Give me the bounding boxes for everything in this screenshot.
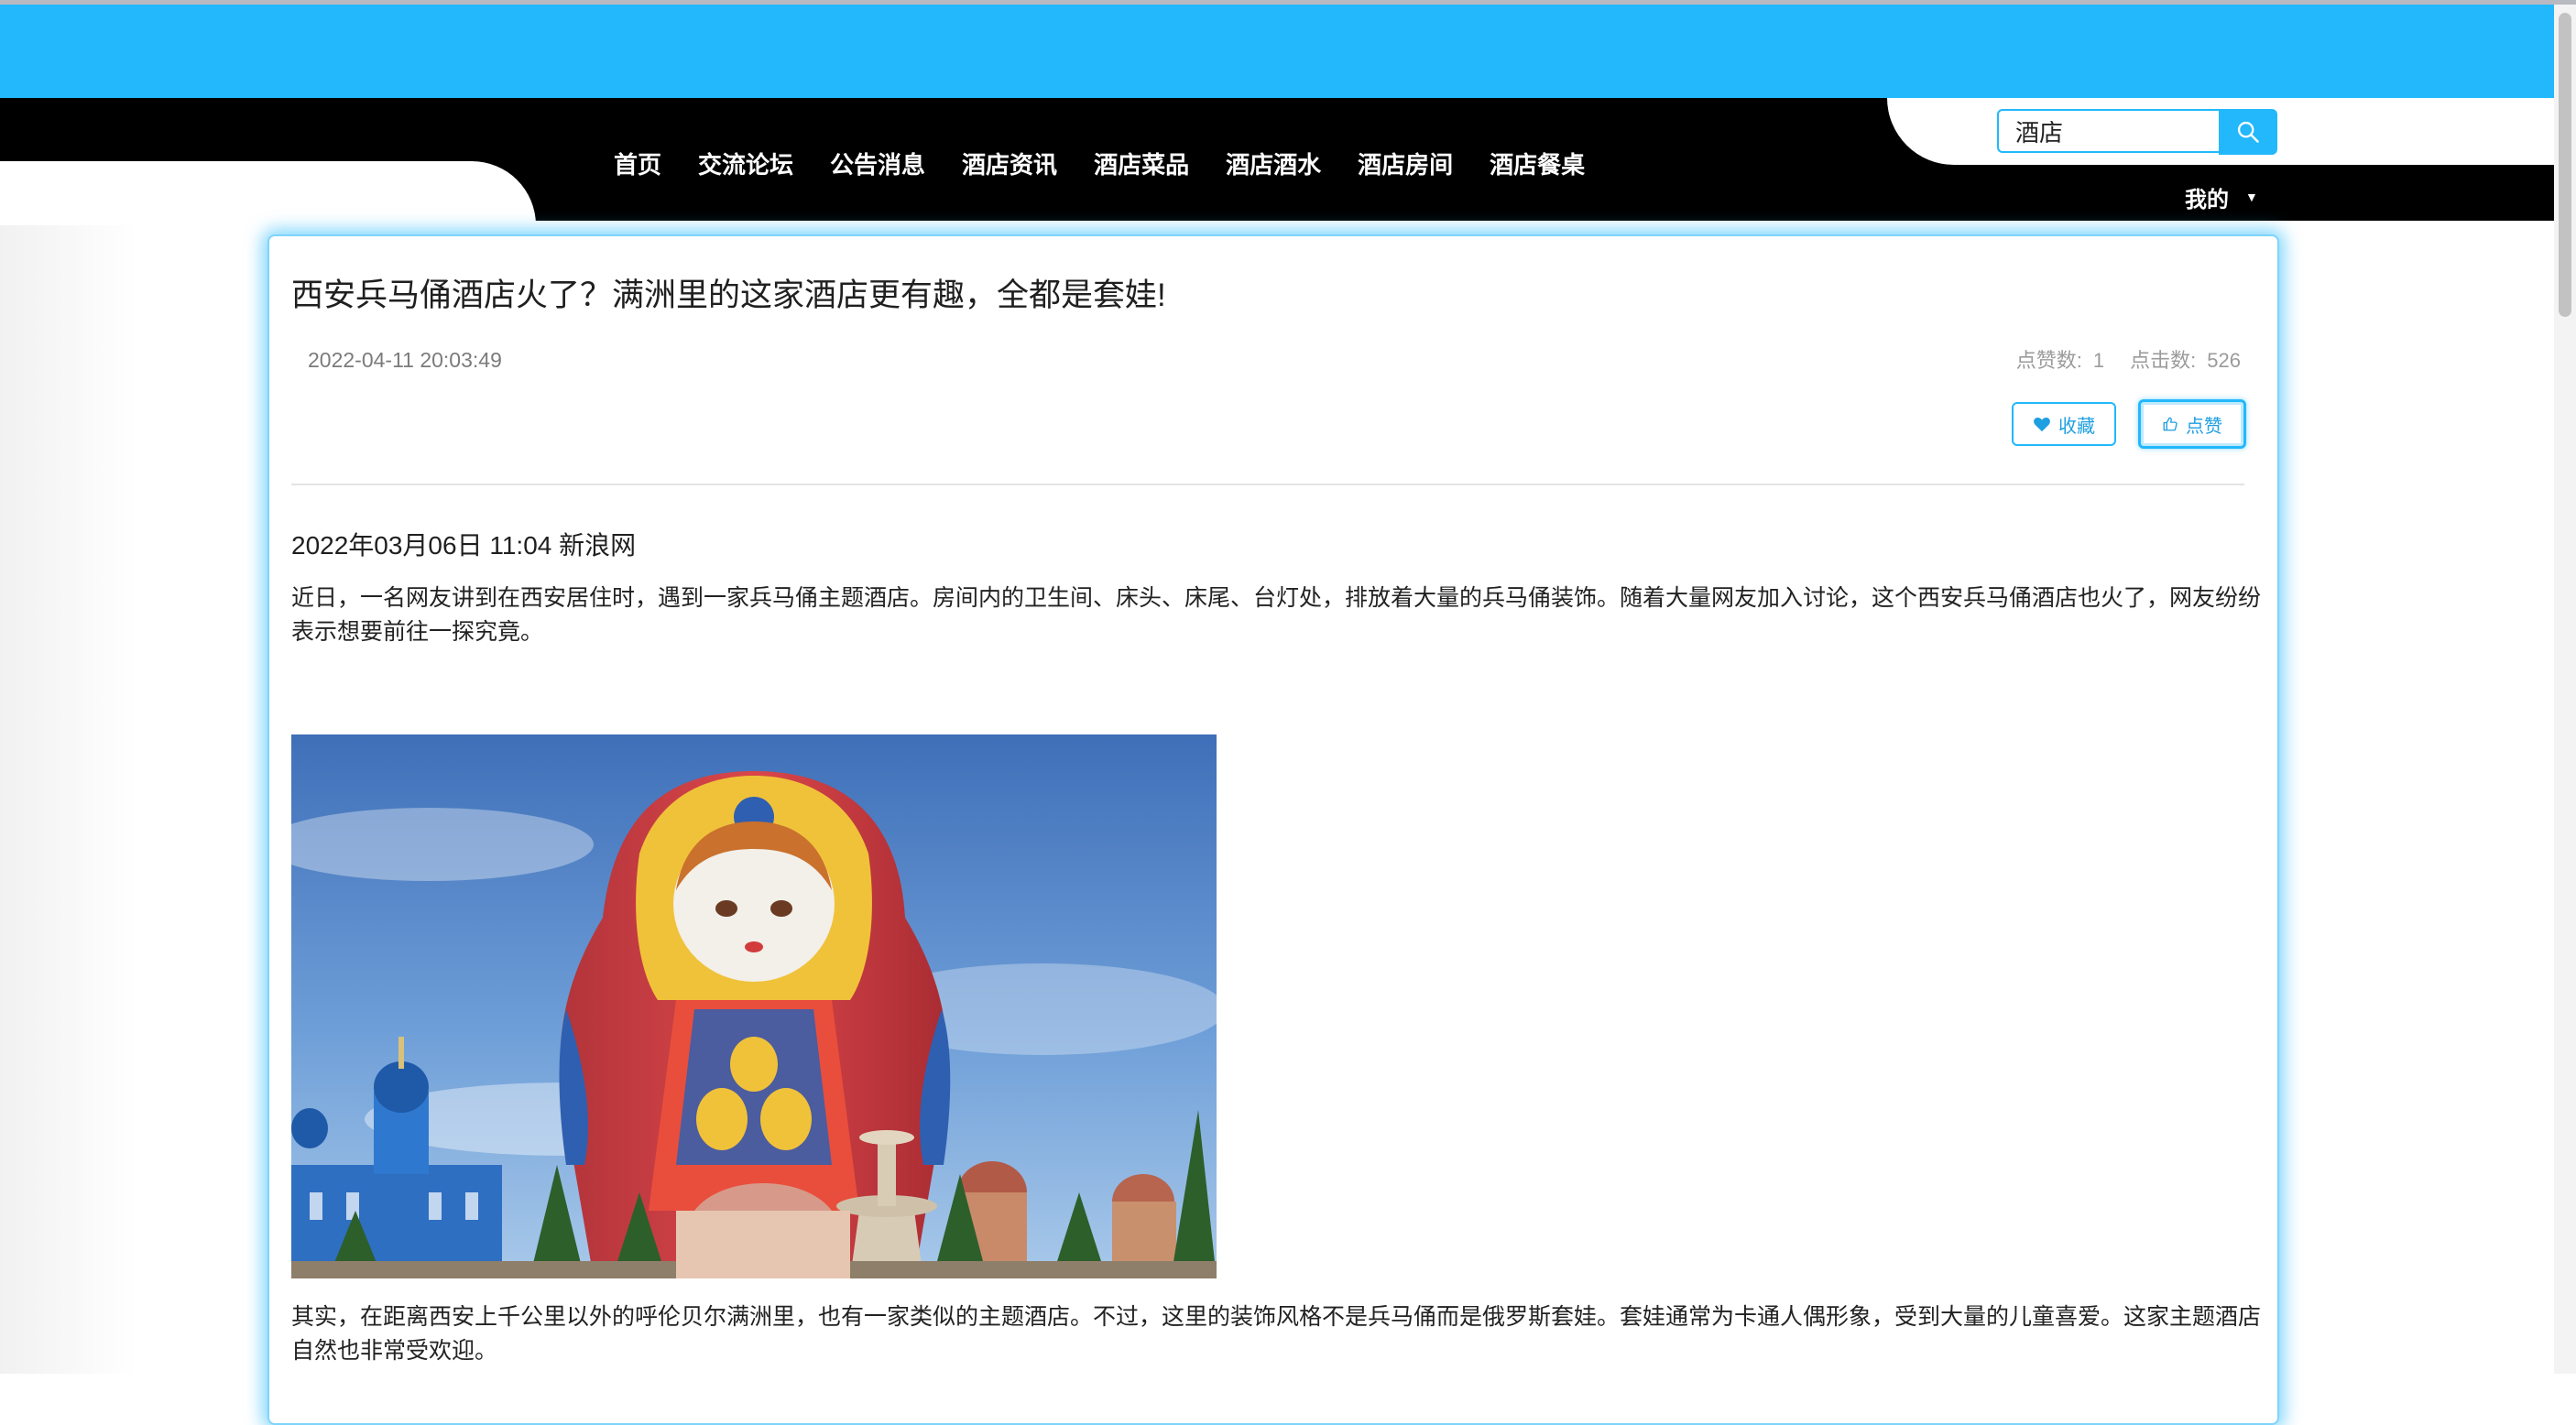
nav-item-hotel-rooms[interactable]: 酒店房间 [1339,145,1471,185]
likes-count: 1 [2092,349,2105,372]
search-input[interactable] [1997,109,2219,153]
article-paragraph: 其实，在距离西安上千公里以外的呼伦贝尔满洲里，也有一家类似的主题酒店。不过，这里… [291,1304,2262,1364]
nav-item-hotel-dishes[interactable]: 酒店菜品 [1075,145,1207,185]
article-date: 2022-04-11 20:03:49 [308,348,502,372]
my-menu-label: 我的 [2185,187,2229,212]
likes-stat: 点赞数: 1 [2016,344,2104,374]
nav-item-announcements[interactable]: 公告消息 [812,145,944,185]
caret-down-icon: ▼ [2245,190,2258,204]
nav-item-hotel-tables[interactable]: 酒店餐桌 [1471,145,1603,185]
nav-item-forum[interactable]: 交流论坛 [680,145,812,185]
article-card: 西安兵马俑酒店火了？满洲里的这家酒店更有趣，全都是套娃! 2022-04-11 … [267,234,2279,1425]
like-button[interactable]: 点赞 [2138,399,2246,449]
left-gutter [0,225,137,1374]
main-nav: 首页 交流论坛 公告消息 酒店资讯 酒店菜品 酒店酒水 酒店房间 酒店餐桌 [595,145,1603,185]
article-source-line: 2022年03月06日 11:04 新浪网 [291,531,637,560]
clicks-stat: 点击数: 526 [2130,344,2241,374]
divider [291,484,2244,485]
clicks-label: 点击数: [2130,349,2197,372]
logo-area [0,161,536,225]
article-title: 西安兵马俑酒店火了？满洲里的这家酒店更有趣，全都是套娃! [291,277,1166,313]
clicks-count: 526 [2207,349,2241,372]
nav-item-hotel-news[interactable]: 酒店资讯 [944,145,1075,185]
header-banner [0,5,2576,98]
my-menu[interactable]: 我的 ▼ [2185,180,2258,213]
search-button[interactable] [2219,109,2277,155]
nav-item-home[interactable]: 首页 [595,145,680,185]
article-stats: 点赞数: 1 点击数: 526 [2016,344,2241,374]
heart-icon [2034,417,2050,432]
scrollbar-thumb[interactable] [2559,13,2571,317]
search-icon [2237,121,2259,143]
favorite-button[interactable]: 收藏 [2012,402,2116,446]
thumbs-up-icon [2163,417,2178,431]
article-image [291,734,1217,1278]
like-label: 点赞 [2186,416,2222,437]
favorite-label: 收藏 [2058,416,2095,437]
nav-item-hotel-drinks[interactable]: 酒店酒水 [1207,145,1339,185]
likes-label: 点赞数: [2015,349,2082,372]
article-paragraph: 近日，一名网友讲到在西安居住时，遇到一家兵马俑主题酒店。房间内的卫生间、床头、床… [291,585,2262,645]
